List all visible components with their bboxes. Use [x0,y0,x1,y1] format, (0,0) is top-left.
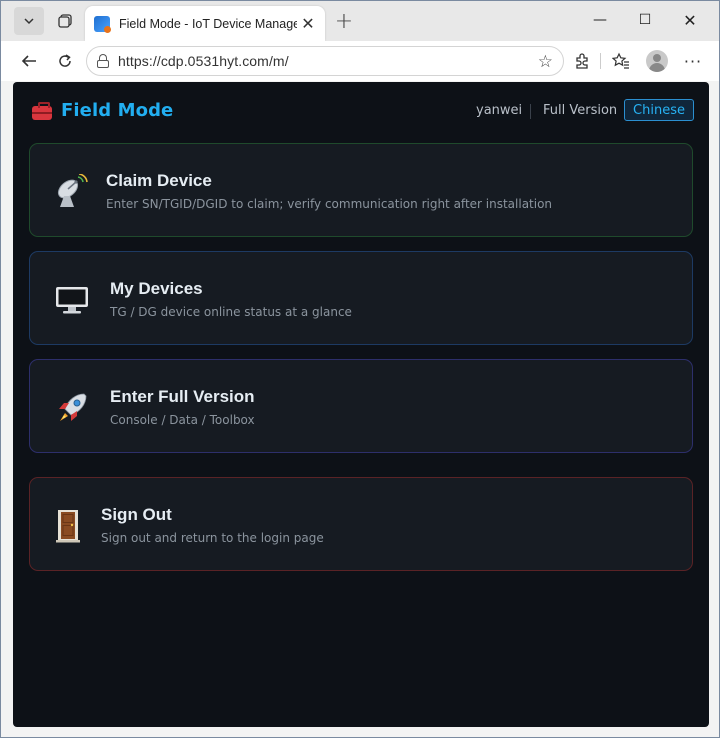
extensions-icon[interactable] [567,47,597,75]
maximize-button[interactable]: ☐ [622,1,668,39]
address-bar[interactable]: https://cdp.0531hyt.com/m/ ☆ [86,46,564,76]
toolbar-divider [600,53,601,69]
back-icon[interactable] [14,47,44,75]
page-header: Field Mode yanwei Full Version Chinese [13,82,709,140]
star-icon[interactable]: ☆ [538,52,553,72]
language-button[interactable]: Chinese [624,99,694,121]
browser-window: Field Mode - IoT Device Managem ✕ + — ☐ … [0,0,720,738]
card-description: Sign out and return to the login page [101,531,324,545]
card-description: TG / DG device online status at a glance [110,305,352,319]
new-tab-button[interactable]: + [329,7,359,35]
tab-title: Field Mode - IoT Device Managem [119,16,297,31]
monitor-icon [54,282,90,318]
close-window-button[interactable]: ✕ [667,1,713,39]
favorites-icon[interactable] [606,47,636,75]
tab-actions-icon[interactable] [14,7,44,35]
workspaces-icon[interactable] [50,7,80,35]
site-favicon-icon [94,15,111,33]
browser-tab[interactable]: Field Mode - IoT Device Managem ✕ [85,6,325,41]
url-text[interactable]: https://cdp.0531hyt.com/m/ [118,53,289,69]
satellite-dish-icon [54,173,90,210]
tab-strip: Field Mode - IoT Device Managem ✕ + — ☐ … [1,1,719,41]
navigation-bar: https://cdp.0531hyt.com/m/ ☆ ··· [1,41,719,81]
card-title: Claim Device [106,171,212,190]
minimize-button[interactable]: — [577,1,623,39]
full-version-link[interactable]: Full Version [543,103,617,118]
page-content: Field Mode yanwei Full Version Chinese C… [13,82,709,727]
sign-out-card[interactable]: Sign Out Sign out and return to the logi… [29,477,693,571]
refresh-icon[interactable] [50,47,80,75]
my-devices-card[interactable]: My Devices TG / DG device online status … [29,251,693,345]
page-title: Field Mode [61,100,174,121]
lock-icon[interactable] [97,54,109,68]
more-icon[interactable]: ··· [678,47,708,75]
profile-icon[interactable] [646,50,668,72]
tab-close-icon[interactable]: ✕ [299,14,317,33]
toolbox-icon [32,102,52,120]
door-icon [52,508,88,544]
username: yanwei [476,103,523,118]
card-description: Enter SN/TGID/DGID to claim; verify comm… [106,197,553,211]
card-description: Console / Data / Toolbox [110,413,255,427]
card-title: Enter Full Version [110,387,255,406]
card-title: My Devices [110,279,203,298]
rocket-icon [54,390,90,426]
full-version-card[interactable]: Enter Full Version Console / Data / Tool… [29,359,693,453]
claim-device-card[interactable]: Claim Device Enter SN/TGID/DGID to claim… [29,143,693,237]
card-title: Sign Out [101,505,172,524]
header-divider [530,104,531,119]
